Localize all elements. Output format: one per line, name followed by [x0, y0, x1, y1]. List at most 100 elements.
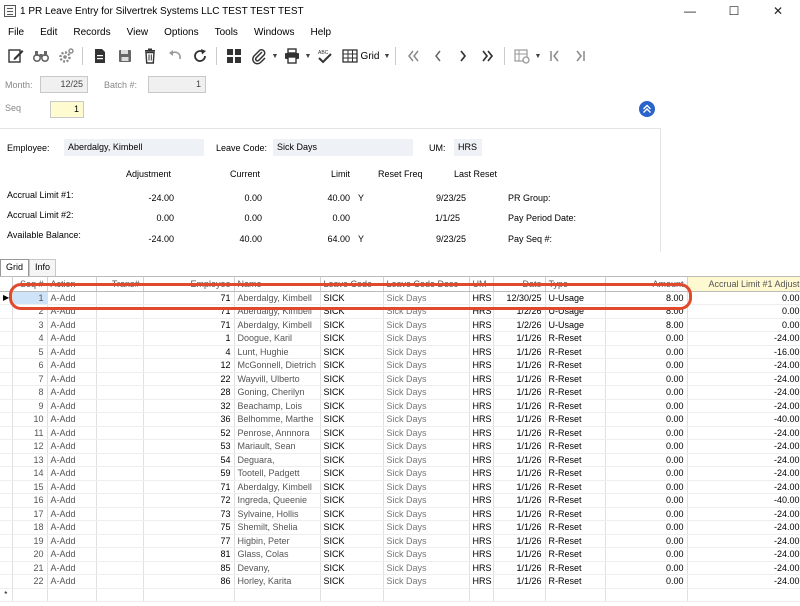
cell-type[interactable]: R-Reset — [545, 439, 606, 454]
cell-amount[interactable]: 0.00 — [605, 574, 688, 589]
cell-type[interactable]: R-Reset — [545, 345, 606, 359]
cell-date[interactable]: 1/1/26 — [493, 345, 546, 359]
cell-accrual-limit-1-adjust[interactable]: -24.00 — [687, 331, 800, 346]
col-header-type[interactable]: Type — [545, 277, 606, 292]
cell-type[interactable]: R-Reset — [545, 534, 606, 548]
cell-leave-code[interactable]: SICK — [320, 399, 384, 413]
new-row-cell[interactable] — [383, 588, 470, 602]
cell-name[interactable]: Higbin, Peter — [234, 534, 321, 548]
menu-windows[interactable]: Windows — [246, 27, 303, 38]
cell-date[interactable]: 1/1/26 — [493, 493, 546, 508]
month-field[interactable]: 12/25 — [40, 76, 88, 93]
menu-help[interactable]: Help — [303, 27, 340, 38]
cell-amount[interactable]: 0.00 — [605, 453, 688, 467]
cell-amount[interactable]: 0.00 — [605, 493, 688, 508]
cell-name[interactable]: Belhomme, Marthe — [234, 412, 321, 427]
cell-seq[interactable]: 5 — [12, 345, 48, 359]
cell-leave-code[interactable]: SICK — [320, 291, 384, 305]
cell-amount[interactable]: 8.00 — [605, 318, 688, 332]
cell-amount[interactable]: 0.00 — [605, 372, 688, 386]
cell-leave-code-desc[interactable]: Sick Days — [383, 466, 470, 481]
cell-leave-code[interactable]: SICK — [320, 480, 384, 494]
table-row[interactable]: 13 A-Add 54 Deguara, SICK Sick Days HRS 1/1/26 R… — [0, 453, 800, 467]
cell-accrual-limit-1-adjust[interactable]: -24.00 — [687, 480, 800, 494]
maximize-button[interactable]: ☐ — [712, 0, 756, 22]
table-row[interactable]: 18 A-Add 75 Shemilt, Shelia SICK Sick Days HRS… — [0, 520, 800, 535]
cell-amount[interactable]: 0.00 — [605, 547, 688, 562]
cell-accrual-limit-1-adjust[interactable]: -24.00 — [687, 399, 800, 413]
cell-name[interactable]: Penrose, Annnora — [234, 426, 321, 440]
cell-employee[interactable]: 72 — [143, 493, 235, 508]
cell-trans[interactable] — [96, 304, 144, 319]
cell-action[interactable]: A-Add — [47, 507, 97, 521]
cell-leave-code-desc[interactable]: Sick Days — [383, 561, 470, 575]
table-row[interactable]: 2 A-Add 71 Aberdalgy, Kimbell SICK Sick Days H… — [0, 304, 800, 319]
cell-trans[interactable] — [96, 439, 144, 454]
cell-trans[interactable] — [96, 480, 144, 494]
cell-trans[interactable] — [96, 547, 144, 562]
cell-amount[interactable]: 0.00 — [605, 561, 688, 575]
cell-trans[interactable] — [96, 534, 144, 548]
cell-amount[interactable]: 0.00 — [605, 385, 688, 400]
cell-leave-code-desc[interactable]: Sick Days — [383, 304, 470, 319]
cell-leave-code-desc[interactable]: Sick Days — [383, 480, 470, 494]
col-header-accrual-limit-1-adjust[interactable]: Accrual Limit #1 Adjust — [687, 277, 800, 292]
cell-trans[interactable] — [96, 318, 144, 332]
cell-amount[interactable]: 0.00 — [605, 520, 688, 535]
cell-trans[interactable] — [96, 358, 144, 373]
cell-accrual-limit-1-adjust[interactable]: -24.00 — [687, 358, 800, 373]
cell-action[interactable]: A-Add — [47, 399, 97, 413]
cell-leave-code-desc[interactable]: Sick Days — [383, 291, 470, 305]
cell-um[interactable]: HRS — [469, 534, 494, 548]
table-row[interactable]: 6 A-Add 12 McGonnell, Dietrich SICK Sick Days… — [0, 358, 800, 373]
grid-settings-dropdown-icon[interactable]: ▼ — [534, 53, 542, 60]
new-row-cell[interactable] — [493, 588, 546, 602]
next-record-icon[interactable] — [450, 44, 475, 68]
cell-accrual-limit-1-adjust[interactable]: -24.00 — [687, 439, 800, 454]
cell-name[interactable]: Aberdalgy, Kimbell — [234, 304, 321, 319]
new-row-cell[interactable] — [12, 588, 48, 602]
cell-leave-code-desc[interactable]: Sick Days — [383, 345, 470, 359]
cell-seq[interactable]: 10 — [12, 412, 48, 427]
cell-action[interactable]: A-Add — [47, 331, 97, 346]
cell-leave-code[interactable]: SICK — [320, 520, 384, 535]
cell-employee[interactable]: 71 — [143, 291, 235, 305]
menu-records[interactable]: Records — [65, 27, 118, 38]
cell-action[interactable]: A-Add — [47, 412, 97, 427]
cell-leave-code[interactable]: SICK — [320, 345, 384, 359]
table-row[interactable]: 11 A-Add 52 Penrose, Annnora SICK Sick Days HR… — [0, 426, 800, 440]
row-indicator[interactable] — [0, 331, 13, 346]
cell-leave-code[interactable]: SICK — [320, 466, 384, 481]
cell-leave-code[interactable]: SICK — [320, 574, 384, 589]
print-icon[interactable] — [279, 44, 304, 68]
cell-action[interactable]: A-Add — [47, 520, 97, 535]
row-indicator[interactable] — [0, 399, 13, 413]
cell-leave-code-desc[interactable]: Sick Days — [383, 520, 470, 535]
cell-trans[interactable] — [96, 561, 144, 575]
cell-leave-code-desc[interactable]: Sick Days — [383, 439, 470, 454]
cell-seq[interactable]: 14 — [12, 466, 48, 481]
cell-trans[interactable] — [96, 291, 144, 305]
cell-um[interactable]: HRS — [469, 291, 494, 305]
row-indicator[interactable] — [0, 534, 13, 548]
last-page-icon[interactable] — [567, 44, 592, 68]
collapse-up-icon[interactable] — [639, 101, 655, 117]
cell-leave-code-desc[interactable]: Sick Days — [383, 507, 470, 521]
cell-um[interactable]: HRS — [469, 426, 494, 440]
cell-action[interactable]: A-Add — [47, 372, 97, 386]
table-row[interactable]: 20 A-Add 81 Glass, Colas SICK Sick Days HRS 1/1… — [0, 547, 800, 562]
grid-view-dropdown-icon[interactable]: ▼ — [383, 53, 391, 60]
cell-employee[interactable]: 28 — [143, 385, 235, 400]
col-header-employee[interactable]: Employee — [143, 277, 235, 292]
cell-employee[interactable]: 54 — [143, 453, 235, 467]
cell-type[interactable]: R-Reset — [545, 480, 606, 494]
cell-type[interactable]: U-Usage — [545, 291, 606, 305]
cell-date[interactable]: 1/2/26 — [493, 304, 546, 319]
cell-date[interactable]: 1/2/26 — [493, 318, 546, 332]
table-row[interactable]: 3 A-Add 71 Aberdalgy, Kimbell SICK Sick Days H… — [0, 318, 800, 332]
row-indicator[interactable] — [0, 345, 13, 359]
cell-leave-code-desc[interactable]: Sick Days — [383, 534, 470, 548]
cell-type[interactable]: R-Reset — [545, 372, 606, 386]
cell-employee[interactable]: 77 — [143, 534, 235, 548]
cell-action[interactable]: A-Add — [47, 561, 97, 575]
